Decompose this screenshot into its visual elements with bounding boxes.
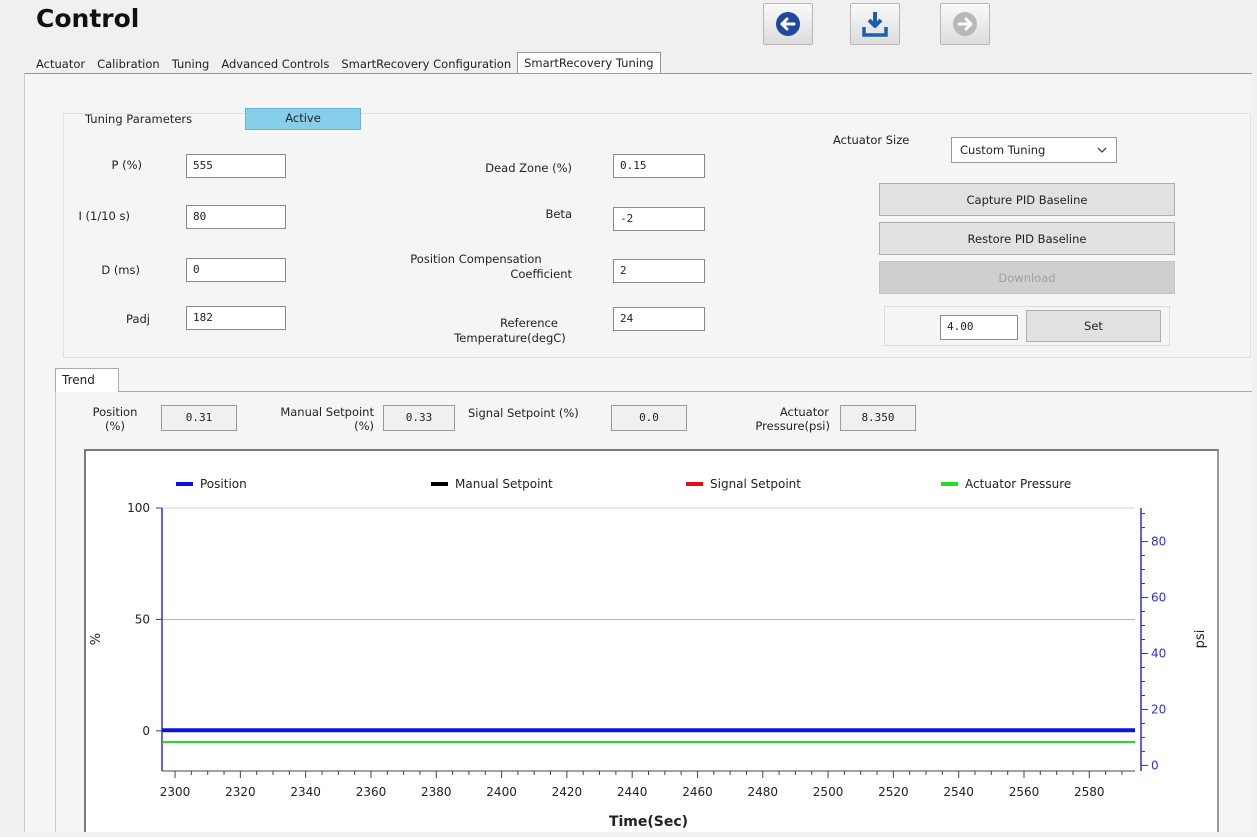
d-label: D (ms) <box>101 263 140 277</box>
left-axis-title: % <box>89 633 104 645</box>
position-compensation-input[interactable]: 2 <box>613 259 705 283</box>
download-button-disabled[interactable]: Download <box>879 261 1175 294</box>
position-readout-label-line1: Position <box>92 405 138 419</box>
x-axis-tick-label: 2540 <box>943 785 974 799</box>
manual-setpoint-readout: 0.33 <box>383 405 455 431</box>
right-axis-tick-label: 40 <box>1151 646 1166 660</box>
download-button[interactable] <box>850 3 900 45</box>
left-axis-tick-label: 0 <box>142 724 150 738</box>
manual-setpoint-readout-label: Manual Setpoint (%) <box>250 405 374 433</box>
tab-advanced-controls[interactable]: Advanced Controls <box>215 54 335 74</box>
actuator-pressure-readout: 8.350 <box>840 405 916 431</box>
legend-label: Actuator Pressure <box>965 477 1071 491</box>
reference-temperature-label-line1: Reference <box>500 316 558 330</box>
x-axis-tick-label: 2500 <box>813 785 844 799</box>
x-axis-tick-label: 2440 <box>617 785 648 799</box>
reference-temperature-label-line2: Temperature(degC) <box>454 331 566 345</box>
signal-setpoint-readout: 0.0 <box>611 405 687 431</box>
manual-setpoint-readout-label-line2: (%) <box>354 419 374 433</box>
x-axis-tick-label: 2520 <box>878 785 909 799</box>
set-value-input[interactable]: 4.00 <box>940 315 1018 340</box>
padj-label: Padj <box>126 312 150 326</box>
i-input[interactable]: 80 <box>186 205 286 229</box>
x-axis-tick-label: 2460 <box>682 785 713 799</box>
trend-chart: Position Manual Setpoint Signal Setpoint Ac… <box>84 449 1219 832</box>
tab-actuator[interactable]: Actuator <box>30 54 91 74</box>
capture-pid-baseline-button[interactable]: Capture PID Baseline <box>879 183 1175 216</box>
position-compensation-label-line2: Coefficient <box>510 267 572 281</box>
actuator-pressure-readout-label: Actuator Pressure(psi) <box>720 405 830 433</box>
tab-calibration[interactable]: Calibration <box>91 54 166 74</box>
position-compensation-label: Position Compensation Coefficient <box>380 252 572 282</box>
download-icon <box>862 12 888 37</box>
manual-setpoint-readout-label-line1: Manual Setpoint <box>280 405 374 419</box>
forward-button[interactable] <box>940 3 990 45</box>
tab-smartrecovery-tuning[interactable]: SmartRecovery Tuning <box>517 52 661 74</box>
x-axis-tick-label: 2400 <box>486 785 517 799</box>
p-input[interactable]: 555 <box>186 154 286 178</box>
status-badge: Active <box>245 108 361 130</box>
tab-tuning[interactable]: Tuning <box>166 54 216 74</box>
right-axis-tick-label: 80 <box>1151 535 1166 549</box>
actuator-size-value: Custom Tuning <box>960 143 1046 157</box>
x-axis-tick-label: 2380 <box>421 785 452 799</box>
left-axis-tick-label: 50 <box>135 612 150 626</box>
x-axis-tick-label: 2340 <box>290 785 321 799</box>
beta-label: Beta <box>545 207 572 221</box>
padj-input[interactable]: 182 <box>186 306 286 330</box>
actuator-size-label: Actuator Size <box>833 133 910 147</box>
dead-zone-input[interactable]: 0.15 <box>613 154 705 178</box>
position-readout-label-line2: (%) <box>105 419 125 433</box>
position-readout: 0.31 <box>161 405 237 431</box>
tab-bar: Actuator Calibration Tuning Advanced Con… <box>30 52 661 74</box>
x-axis-tick-label: 2560 <box>1009 785 1040 799</box>
set-button[interactable]: Set <box>1026 310 1161 342</box>
position-readout-label: Position (%) <box>84 405 146 433</box>
x-axis-tick-label: 2480 <box>748 785 779 799</box>
beta-input[interactable]: -2 <box>613 207 705 231</box>
tab-trend[interactable]: Trend <box>55 368 119 392</box>
right-axis-tick-label: 20 <box>1151 702 1166 716</box>
page-title: Control <box>36 4 140 33</box>
right-axis-title: psi <box>1193 630 1208 649</box>
tuning-parameters-label: Tuning Parameters <box>85 112 193 126</box>
x-axis-tick-label: 2420 <box>552 785 583 799</box>
signal-setpoint-readout-label: Signal Setpoint (%) <box>468 406 579 420</box>
right-axis-tick-label: 0 <box>1151 758 1159 772</box>
trend-chart-svg: Position Manual Setpoint Signal Setpoint Ac… <box>89 477 1208 830</box>
restore-pid-baseline-button[interactable]: Restore PID Baseline <box>879 222 1175 255</box>
d-input[interactable]: 0 <box>186 258 286 282</box>
arrow-left-circle-icon <box>776 12 800 36</box>
dead-zone-label: Dead Zone (%) <box>485 161 572 175</box>
i-label: I (1/10 s) <box>78 209 131 223</box>
actuator-pressure-readout-label-line2: Pressure(psi) <box>755 419 830 433</box>
x-axis-title: Time(Sec) <box>609 814 688 830</box>
back-button[interactable] <box>763 3 813 45</box>
x-axis-tick-label: 2360 <box>356 785 387 799</box>
position-compensation-label-line1: Position Compensation <box>410 252 542 266</box>
reference-temperature-label: Reference Temperature(degC) <box>430 316 590 346</box>
x-axis-tick-label: 2300 <box>160 785 191 799</box>
legend-label: Position <box>200 477 247 491</box>
chevron-down-icon <box>1097 147 1107 153</box>
x-axis-tick-label: 2580 <box>1074 785 1105 799</box>
tab-smartrecovery-configuration[interactable]: SmartRecovery Configuration <box>335 54 517 74</box>
x-axis-tick-label: 2320 <box>225 785 256 799</box>
actuator-size-dropdown[interactable]: Custom Tuning <box>951 137 1117 163</box>
p-label: P (%) <box>111 158 143 172</box>
reference-temperature-input[interactable]: 24 <box>613 307 705 331</box>
arrow-right-circle-icon <box>953 12 977 36</box>
legend-label: Signal Setpoint <box>710 477 801 491</box>
left-axis-tick-label: 100 <box>127 501 150 515</box>
right-axis-tick-label: 60 <box>1151 591 1166 605</box>
legend-label: Manual Setpoint <box>455 477 553 491</box>
actuator-pressure-readout-label-line1: Actuator <box>779 405 829 419</box>
